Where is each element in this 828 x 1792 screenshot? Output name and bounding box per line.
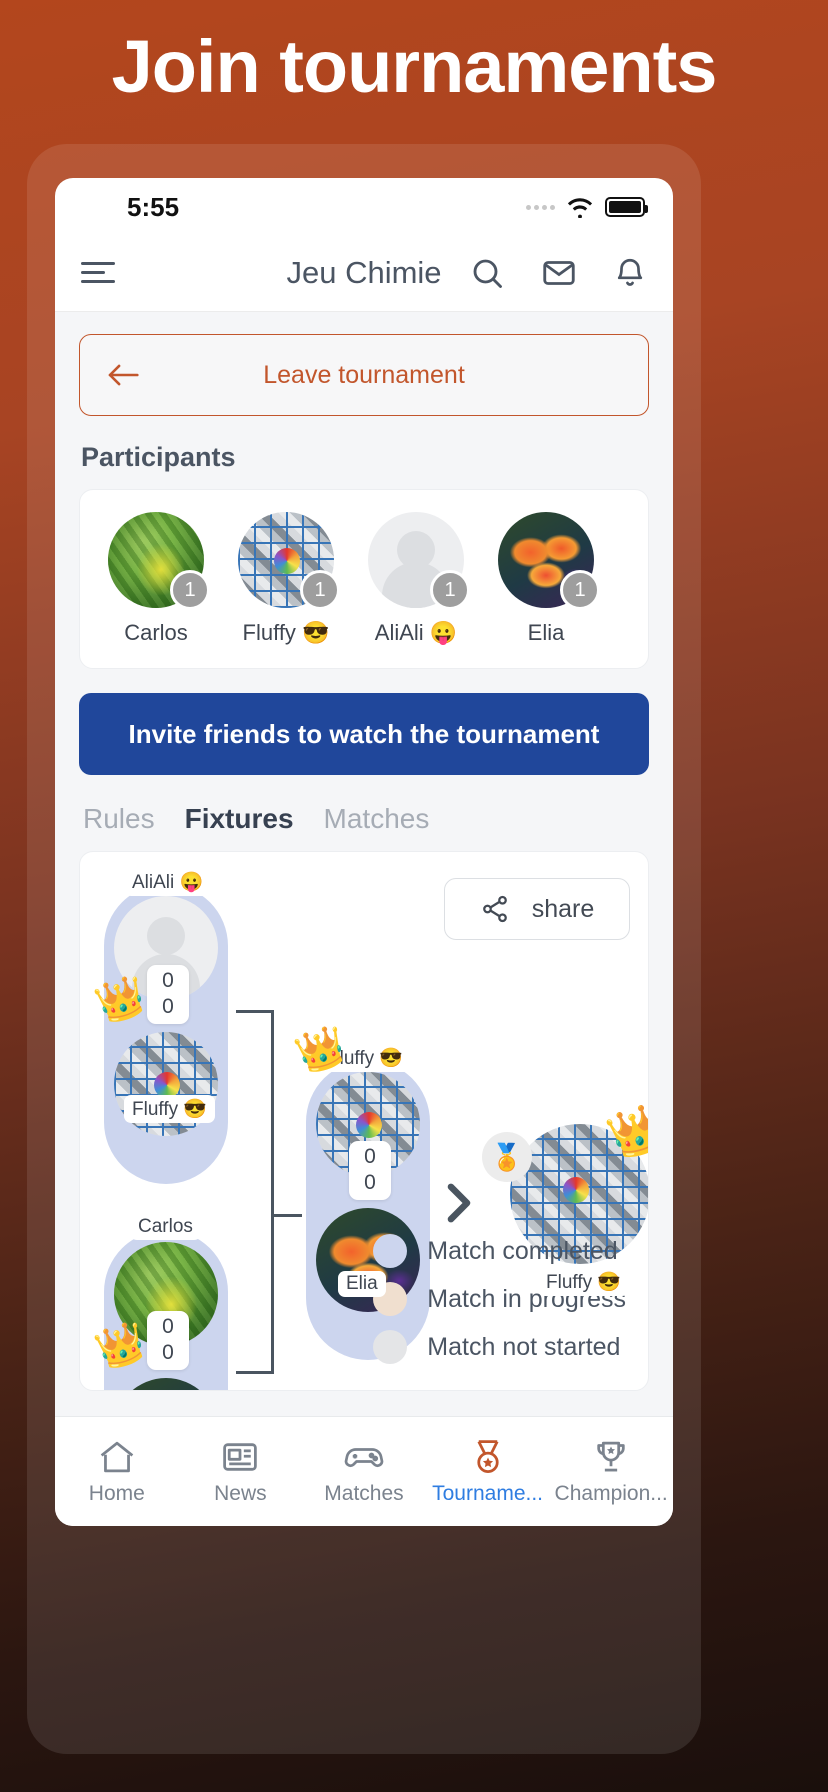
bracket-connector-top <box>236 1010 274 1216</box>
bracket-score: 0 0 <box>147 965 189 1024</box>
avatar-wrap: 1 <box>498 512 600 610</box>
avatar-wrap: 1 <box>108 512 210 610</box>
participants-card: 1 Carlos 1 Fluffy 😎 1 AliAli 😛 1 Elia <box>79 489 649 669</box>
hamburger-menu-icon[interactable] <box>81 260 115 286</box>
chevron-right-icon <box>444 1182 474 1229</box>
legend-item: Match completed <box>373 1234 626 1268</box>
participant-item[interactable]: 1 Carlos <box>96 512 216 646</box>
news-icon <box>223 1442 258 1471</box>
bracket-player-name: Carlos <box>130 1214 201 1240</box>
nav-label: Champion... <box>554 1481 668 1505</box>
nav-item-championships[interactable]: Champion... <box>549 1438 673 1506</box>
champion-name: Fluffy 😎 <box>538 1268 630 1296</box>
share-label: share <box>531 894 595 923</box>
bracket-player-name: Fluffy 😎 <box>124 1095 216 1123</box>
status-bar: 5:55 <box>55 178 673 234</box>
nav-label: Tourname... <box>432 1481 544 1505</box>
bracket-player-name: AliAli 😛 <box>124 868 212 896</box>
bracket-match-r1-a[interactable] <box>104 884 228 1184</box>
invite-friends-button[interactable]: Invite friends to watch the tournament <box>79 693 649 775</box>
bracket-card: share AliAli 😛 Fluffy 😎 0 0 👑 Carlos Eli… <box>79 851 649 1391</box>
participant-name: Fluffy 😎 <box>242 620 330 645</box>
participant-name: Carlos <box>124 620 188 645</box>
bracket-connector-stem <box>274 1214 302 1217</box>
signal-dots-icon <box>526 204 555 210</box>
bracket-score: 0 0 <box>349 1141 391 1200</box>
bracket-player-name: Elia <box>338 1271 386 1297</box>
score-top: 0 <box>364 1145 376 1168</box>
bracket-connector-bottom <box>236 1216 274 1374</box>
score-bottom: 0 <box>162 1341 174 1365</box>
leave-tournament-label: Leave tournament <box>263 360 465 389</box>
participant-item[interactable]: 1 AliAli 😛 <box>356 512 476 646</box>
arrow-left-icon <box>106 362 140 388</box>
nav-item-matches[interactable]: Matches <box>302 1438 426 1506</box>
trophy-icon <box>597 1441 625 1471</box>
score-top: 0 <box>162 1315 174 1338</box>
score-bottom: 0 <box>364 1171 376 1195</box>
avatar <box>114 1378 218 1390</box>
participant-badge: 1 <box>170 570 210 610</box>
nav-item-tournaments[interactable]: Tourname... <box>426 1438 550 1506</box>
gamepad-icon <box>344 1447 384 1467</box>
medal-icon: 🏅 <box>482 1132 532 1182</box>
score-bottom: 0 <box>162 995 174 1019</box>
fixtures-tabs: Rules Fixtures Matches <box>83 803 649 835</box>
battery-icon <box>605 197 648 217</box>
legend-label: Match completed <box>427 1236 618 1265</box>
participant-item[interactable]: 1 Fluffy 😎 <box>226 512 346 646</box>
nav-item-news[interactable]: News <box>179 1438 303 1506</box>
nav-label: Home <box>88 1481 145 1505</box>
home-icon <box>100 1441 134 1472</box>
participant-badge: 1 <box>430 570 470 610</box>
avatar-wrap: 1 <box>238 512 340 610</box>
nav-label: News <box>214 1481 267 1505</box>
tab-matches[interactable]: Matches <box>324 803 430 835</box>
participants-heading: Participants <box>81 442 236 472</box>
score-top: 0 <box>162 969 174 992</box>
participant-name: AliAli 😛 <box>374 620 458 645</box>
nav-label: Matches <box>324 1481 404 1505</box>
nav-item-home[interactable]: Home <box>55 1438 179 1506</box>
legend-dot-completed <box>373 1234 408 1268</box>
promo-title: Join tournaments <box>111 25 718 108</box>
app-bar: Jeu Chimie <box>55 234 673 312</box>
tab-rules[interactable]: Rules <box>83 803 155 835</box>
bottom-navigation: Home News Matches Tourname... Champion..… <box>55 1416 673 1526</box>
status-indicators <box>526 196 648 218</box>
leave-tournament-button[interactable]: Leave tournament <box>79 334 649 416</box>
legend-item: Match not started <box>373 1330 626 1364</box>
participant-badge: 1 <box>560 570 600 610</box>
main-content: Leave tournament Participants 1 Carlos 1… <box>55 312 673 1416</box>
legend-label: Match not started <box>427 1332 621 1361</box>
participant-name: Elia <box>527 620 565 645</box>
legend-dot-not-started <box>373 1330 408 1364</box>
app-bar-actions <box>469 255 647 291</box>
phone-screen: 5:55 Jeu Chimie Leave tournament Partici… <box>55 178 673 1526</box>
share-button[interactable]: share <box>444 878 630 940</box>
participant-badge: 1 <box>300 570 340 610</box>
mail-icon[interactable] <box>541 255 577 291</box>
participant-item[interactable]: 1 Elia <box>486 512 606 646</box>
share-nodes-icon <box>482 895 507 923</box>
status-time: 5:55 <box>127 192 180 222</box>
search-icon[interactable] <box>469 255 505 291</box>
medal-icon <box>476 1439 499 1473</box>
bracket-legend: Match completed Match in progress Match … <box>373 1234 626 1364</box>
wifi-icon <box>567 198 593 218</box>
bell-icon[interactable] <box>613 255 647 291</box>
bracket-score: 0 0 <box>147 1311 189 1370</box>
tab-fixtures[interactable]: Fixtures <box>185 803 294 835</box>
avatar-wrap: 1 <box>368 512 470 610</box>
